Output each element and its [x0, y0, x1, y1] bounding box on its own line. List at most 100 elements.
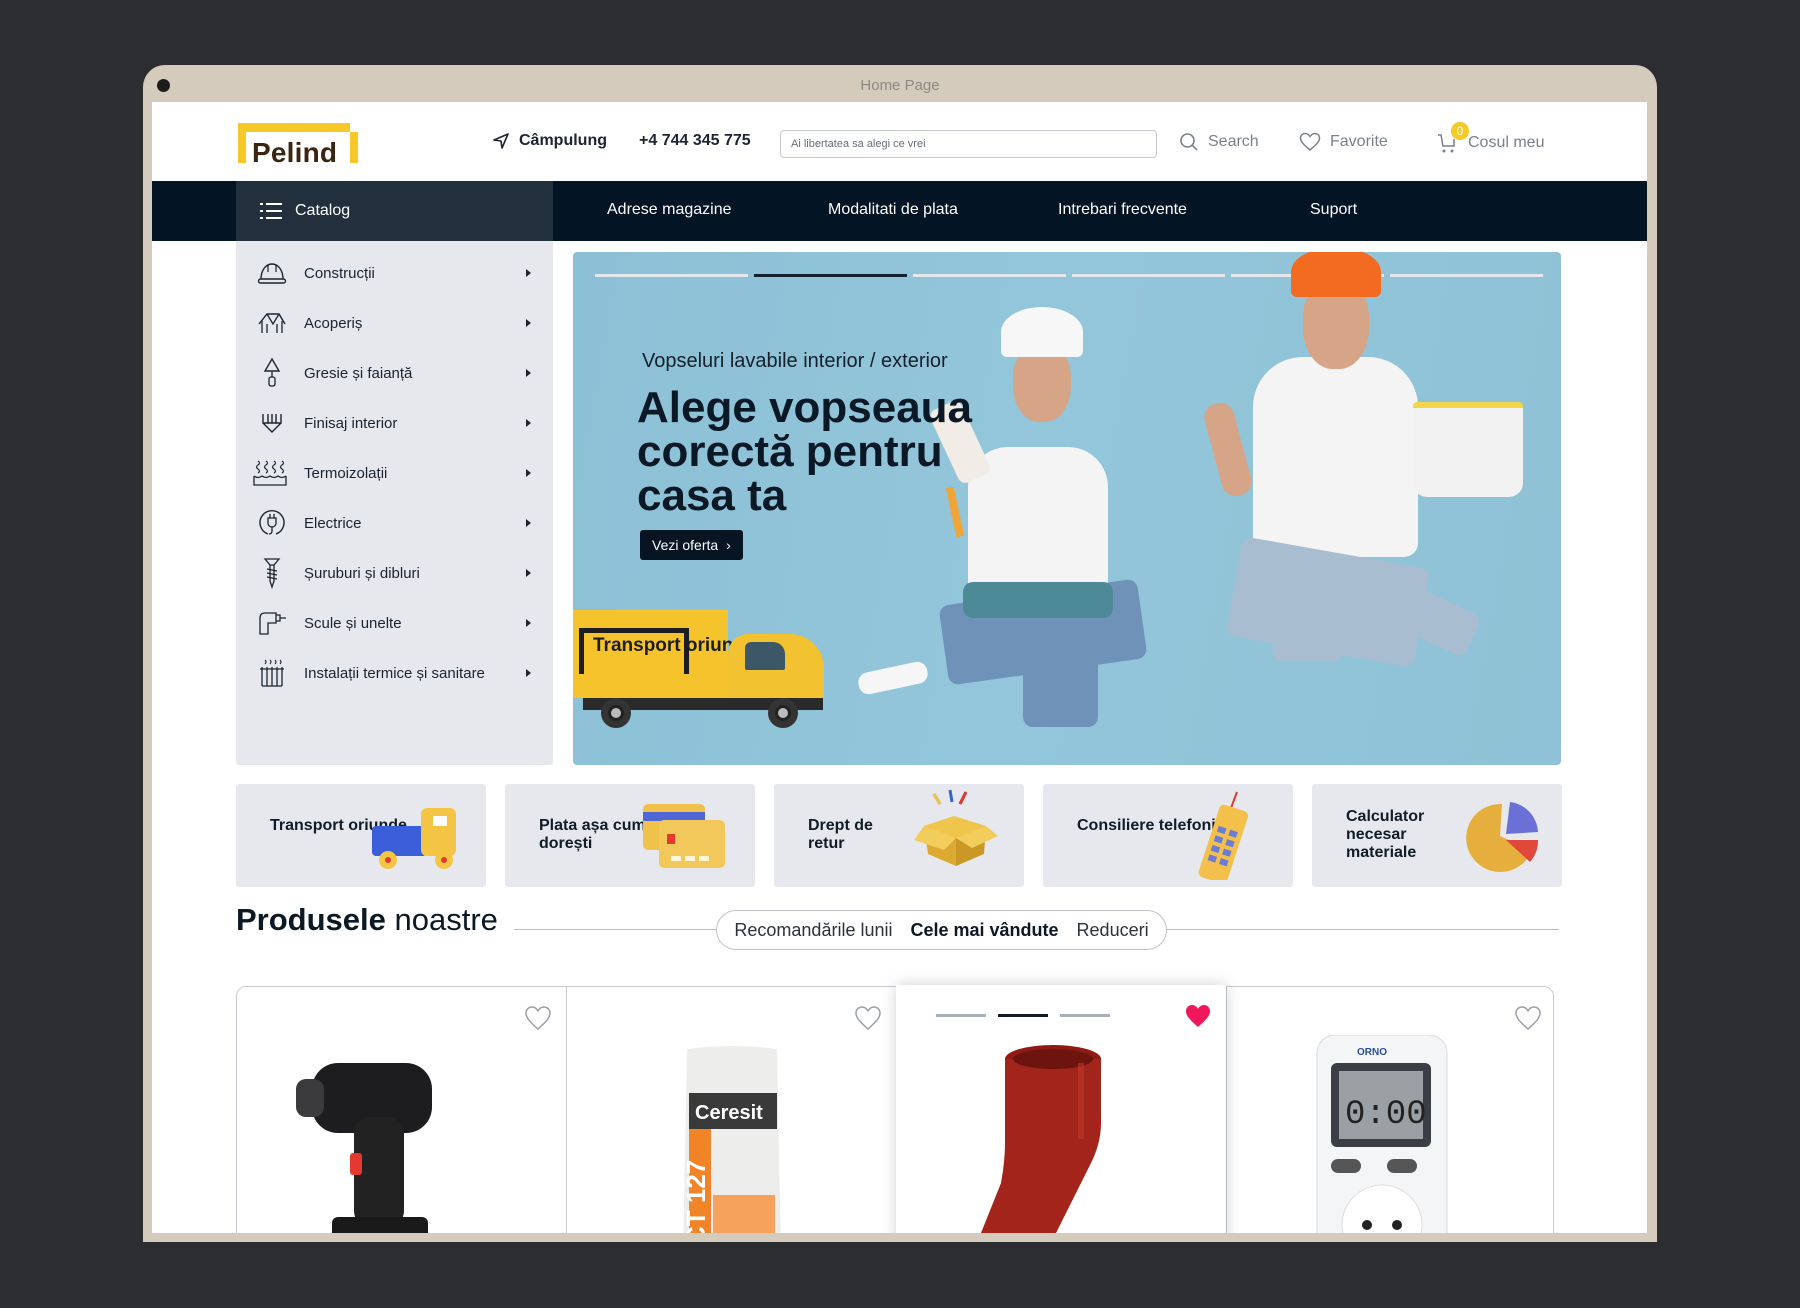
tab-cele-mai-vandute[interactable]: Cele mai vândute	[910, 920, 1058, 941]
gallery-indicator[interactable]	[936, 1014, 986, 1017]
search-icon	[1180, 133, 1198, 151]
heart-icon	[1299, 132, 1321, 151]
divider	[1167, 929, 1559, 930]
catalog-item-label: Termoizolații	[304, 464, 388, 482]
cart-button[interactable]: 0 Cosul meu	[1437, 122, 1545, 154]
slide-indicator[interactable]	[913, 274, 1066, 277]
see-offer-button[interactable]: Vezi oferta ›	[640, 530, 743, 560]
chevron-right-icon	[526, 269, 531, 277]
radiator-icon	[256, 657, 288, 689]
hero-title: Alege vopseaua corectă pentru casa ta	[637, 383, 973, 520]
catalog-item-label: Acoperiș	[304, 314, 363, 332]
catalog-item-label: Instalații termice și sanitare	[304, 664, 485, 682]
location-label: Câmpulung	[519, 132, 607, 149]
catalog-item-constructii[interactable]: Construcții	[236, 253, 553, 293]
hard-hat-icon	[256, 257, 288, 289]
slide-indicator[interactable]	[595, 274, 748, 277]
hero-banner[interactable]: Vopseluri lavabile interior / exterior A…	[573, 252, 1561, 765]
credit-cards-icon	[643, 804, 725, 868]
location-arrow-icon	[493, 133, 509, 149]
search-button[interactable]: Search	[1179, 132, 1259, 152]
gallery-indicator-active[interactable]	[998, 1014, 1048, 1017]
catalog-item-gresie-si-faianta[interactable]: Gresie și faianță	[236, 353, 553, 393]
cart-count-badge: 0	[1451, 122, 1469, 140]
catalog-item-termoizolatii[interactable]: Termoizolații	[236, 453, 553, 493]
product-grid: Ceresit CT 127 ORNO 0:00	[236, 985, 1556, 1233]
product-card-selected[interactable]	[896, 985, 1226, 1233]
slide-indicator-active[interactable]	[754, 274, 907, 277]
feature-label: Calculator necesar materiale	[1346, 808, 1425, 861]
location-selector[interactable]: Câmpulung	[492, 132, 607, 150]
catalog-item-label: Gresie și faianță	[304, 364, 413, 382]
mobile-phone-icon	[1198, 791, 1249, 880]
catalog-item-electrice[interactable]: Electrice	[236, 503, 553, 543]
feature-payment[interactable]: Plata așa cum dorești	[505, 784, 755, 887]
feature-return[interactable]: Drept de retur	[774, 784, 1024, 887]
logo[interactable]: Pelind	[238, 123, 358, 168]
catalog-item-label: Construcții	[304, 264, 375, 282]
screw-icon	[256, 557, 288, 589]
favorites-button[interactable]: Favorite	[1299, 132, 1388, 152]
feature-phone-support[interactable]: Consiliere telefonică	[1043, 784, 1293, 887]
slide-indicator[interactable]	[1072, 274, 1225, 277]
catalog-item-suruburi-si-dibluri[interactable]: Șuruburi și dibluri	[236, 553, 553, 593]
chevron-right-icon	[526, 319, 531, 327]
see-offer-label: Vezi oferta	[652, 537, 719, 553]
cart-label: Cosul meu	[1468, 134, 1545, 151]
catalog-item-label: Finisaj interior	[304, 414, 398, 432]
hero-subtitle: Vopseluri lavabile interior / exterior	[642, 350, 948, 372]
heart-outline-icon[interactable]	[854, 1005, 882, 1031]
catalog-item-finisaj-interior[interactable]: Finisaj interior	[236, 403, 553, 443]
tab-reduceri[interactable]: Reduceri	[1077, 920, 1149, 941]
nav-item-modalitati-de-plata[interactable]: Modalitati de plata	[828, 201, 958, 219]
catalog-toggle[interactable]: Catalog	[236, 181, 553, 241]
catalog-item-instalatii[interactable]: Instalații termice și sanitare	[236, 653, 553, 693]
product-card[interactable]: ORNO 0:00	[1227, 987, 1556, 1233]
chevron-right-icon	[526, 469, 531, 477]
feature-label: Drept de retur	[808, 817, 873, 852]
heart-outline-icon[interactable]	[1514, 1005, 1542, 1031]
header: Pelind Câmpulung +4 744 345 775 Ai liber…	[152, 102, 1647, 181]
menu-list-icon	[260, 203, 282, 219]
chevron-right-icon: ›	[726, 537, 731, 553]
brush-icon	[256, 407, 288, 439]
heart-filled-icon[interactable]	[1184, 1003, 1212, 1029]
drill-image	[296, 1063, 432, 1233]
divider	[514, 929, 716, 930]
gallery-indicator[interactable]	[1060, 1014, 1110, 1017]
slide-indicator[interactable]	[1390, 274, 1543, 277]
favorites-label: Favorite	[1330, 133, 1388, 150]
catalog-item-scule-si-unelte[interactable]: Scule și unelte	[236, 603, 553, 643]
catalog-item-label: Scule și unelte	[304, 614, 402, 632]
phone-number[interactable]: +4 744 345 775	[639, 132, 751, 150]
page: Pelind Câmpulung +4 744 345 775 Ai liber…	[152, 102, 1647, 1233]
svg-text:Ceresit: Ceresit	[695, 1102, 763, 1124]
chevron-right-icon	[526, 619, 531, 627]
heart-outline-icon[interactable]	[524, 1005, 552, 1031]
feature-transport[interactable]: Transport oriunde	[236, 784, 486, 887]
window-title: Home Page	[860, 77, 940, 94]
search-label: Search	[1208, 133, 1259, 150]
catalog-item-acoperis[interactable]: Acoperiș	[236, 303, 553, 343]
tab-recomandarile-lunii[interactable]: Recomandările lunii	[734, 920, 892, 941]
feature-label: Plata așa cum dorești	[539, 817, 646, 852]
nav-item-intrebari-frecvente[interactable]: Intrebari frecvente	[1058, 201, 1187, 219]
products-heading-light: noastre	[394, 902, 498, 937]
nav-item-suport[interactable]: Suport	[1310, 201, 1357, 219]
catalog-item-label: Electrice	[304, 514, 362, 532]
products-heading: Produsele noastre	[236, 902, 498, 938]
nav-item-adrese-magazine[interactable]: Adrese magazine	[607, 201, 732, 219]
gallery-indicators	[936, 1014, 1110, 1017]
feature-materials-calculator[interactable]: Calculator necesar materiale	[1312, 784, 1562, 887]
product-card[interactable]	[237, 987, 566, 1233]
svg-text:0:00: 0:00	[1345, 1096, 1427, 1134]
product-card[interactable]: Ceresit CT 127	[567, 987, 896, 1233]
catalog-label: Catalog	[295, 202, 351, 219]
catalog-menu: Construcții Acoperiș Gresie și faianță F…	[236, 241, 553, 765]
svg-text:ORNO: ORNO	[1357, 1047, 1387, 1058]
hero-slide-indicators	[595, 274, 1543, 277]
search-input[interactable]: Ai libertatea sa alegi ce vrei	[780, 130, 1157, 158]
delivery-truck-image: Transport oriunde	[573, 610, 833, 740]
svg-text:CT 127: CT 127	[681, 1160, 711, 1233]
chevron-right-icon	[526, 569, 531, 577]
